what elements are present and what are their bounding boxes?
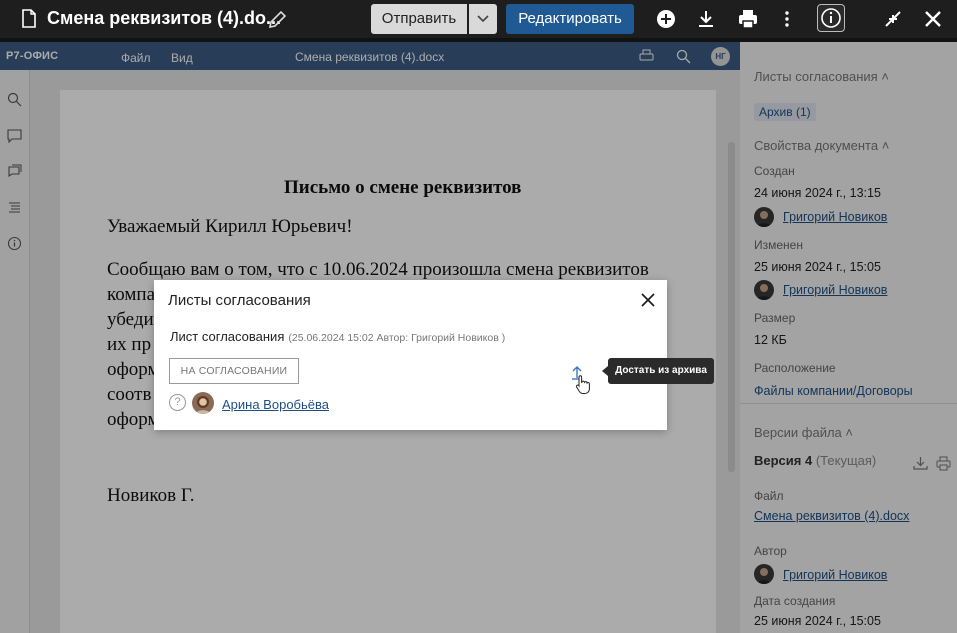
document-title: Смена реквизитов (4).do... — [47, 8, 281, 28]
send-button[interactable]: Отправить — [371, 4, 467, 34]
close-icon[interactable] — [640, 292, 656, 308]
close-icon[interactable] — [922, 8, 944, 30]
print-icon[interactable] — [737, 8, 759, 30]
approver-link[interactable]: Арина Воробьёва — [222, 397, 329, 412]
collapse-icon[interactable] — [882, 8, 904, 30]
hand-cursor-icon — [575, 375, 590, 394]
document-icon — [22, 9, 36, 28]
dialog-title: Листы согласования — [168, 292, 311, 309]
edit-button[interactable]: Редактировать — [506, 4, 634, 34]
question-icon: ? — [169, 394, 186, 411]
approval-sheets-dialog: Листы согласования Лист согласования (25.… — [154, 280, 667, 430]
chevron-down-icon — [477, 15, 489, 23]
info-button[interactable] — [817, 4, 845, 32]
info-icon — [821, 8, 841, 28]
unarchive-tooltip: Достать из архива — [602, 358, 714, 384]
app-header: Смена реквизитов (4).do... Отправить Ред… — [0, 0, 957, 38]
add-icon[interactable] — [655, 8, 677, 30]
approval-sheet-row: Лист согласования (25.06.2024 15:02 Автор… — [170, 329, 505, 344]
modal-backdrop-right[interactable] — [740, 38, 957, 633]
sheet-meta: (25.06.2024 15:02 Автор: Григорий Новико… — [288, 332, 506, 344]
send-dropdown-button[interactable] — [469, 4, 497, 34]
download-icon[interactable] — [695, 8, 717, 30]
avatar — [192, 392, 214, 414]
rename-pencil-icon[interactable] — [267, 9, 288, 30]
status-badge: НА СОГЛАСОВАНИИ — [169, 358, 299, 384]
sheet-label: Лист согласования — [170, 329, 285, 344]
more-vertical-icon[interactable] — [776, 8, 798, 30]
